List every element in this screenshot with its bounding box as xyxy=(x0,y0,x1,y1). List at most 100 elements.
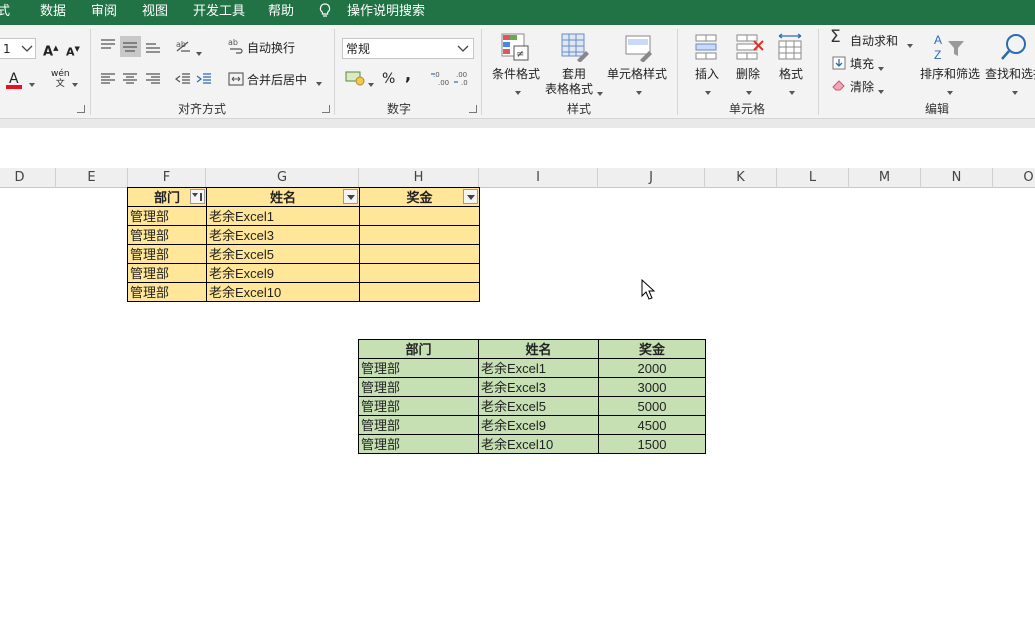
name-cell[interactable]: 老余Excel5 xyxy=(478,396,599,416)
column-header-g[interactable]: G xyxy=(206,168,359,188)
align-middle-icon[interactable] xyxy=(122,39,138,53)
name-cell[interactable]: 老余Excel3 xyxy=(478,377,599,397)
header-name-cell[interactable]: 姓名 xyxy=(478,339,599,359)
font-color-dropdown[interactable] xyxy=(29,77,35,91)
wrap-text-icon[interactable]: ab xyxy=(228,37,244,55)
decrease-indent-icon[interactable] xyxy=(175,73,191,85)
phonetic-guide-icon[interactable]: wén 文 xyxy=(51,69,70,89)
menu-view-tab[interactable]: 视图 xyxy=(142,3,168,21)
dept-cell[interactable]: 管理部 xyxy=(127,244,207,264)
format-as-table-dropdown[interactable] xyxy=(597,86,603,100)
clear-button[interactable]: 清除 xyxy=(850,80,874,94)
dept-cell[interactable]: 管理部 xyxy=(127,282,207,302)
menu-data-tab[interactable]: 数据 xyxy=(40,3,66,21)
column-header-f[interactable]: F xyxy=(128,168,206,188)
sort-filter-button[interactable]: 排序和筛选 xyxy=(920,67,980,81)
search-icon[interactable] xyxy=(1000,32,1030,62)
format-cells-icon[interactable] xyxy=(776,32,806,62)
menu-review-tab[interactable]: 审阅 xyxy=(91,3,117,21)
filter-active-icon[interactable] xyxy=(190,189,205,204)
column-header-i[interactable]: I xyxy=(479,168,598,188)
accounting-dropdown[interactable] xyxy=(368,77,374,91)
dept-cell[interactable]: 管理部 xyxy=(358,415,479,435)
align-right-icon[interactable] xyxy=(145,73,161,85)
find-select-dropdown[interactable] xyxy=(1012,85,1018,99)
increase-font-icon[interactable]: A▲ xyxy=(43,41,58,59)
column-header-k[interactable]: K xyxy=(705,168,777,188)
align-center-icon[interactable] xyxy=(122,73,138,85)
number-format-combo[interactable]: 常规 xyxy=(342,38,474,59)
bonus-cell[interactable] xyxy=(359,282,480,302)
header-dept-cell[interactable]: 部门 xyxy=(127,187,207,207)
name-cell[interactable]: 老余Excel5 xyxy=(206,244,360,264)
format-as-table-label-2[interactable]: 表格格式 xyxy=(545,82,593,96)
find-select-button[interactable]: 查找和选择 xyxy=(985,67,1035,81)
insert-dropdown[interactable] xyxy=(705,85,711,99)
align-left-icon[interactable] xyxy=(100,73,116,85)
eraser-icon[interactable] xyxy=(832,79,846,91)
font-dialog-launcher[interactable] xyxy=(77,105,85,113)
dept-cell[interactable]: 管理部 xyxy=(358,434,479,454)
header-dept-cell[interactable]: 部门 xyxy=(358,339,479,359)
column-header-d[interactable]: D xyxy=(0,168,56,188)
dept-cell[interactable]: 管理部 xyxy=(127,206,207,226)
header-name-cell[interactable]: 姓名 xyxy=(206,187,360,207)
delete-cells-icon[interactable] xyxy=(735,32,765,62)
name-cell[interactable]: 老余Excel9 xyxy=(478,415,599,435)
cell-styles-button[interactable]: 单元格样式 xyxy=(607,67,667,81)
filter-dropdown-icon[interactable] xyxy=(343,189,358,204)
insert-cells-icon[interactable] xyxy=(694,32,722,62)
bonus-cell[interactable] xyxy=(359,206,480,226)
name-cell[interactable]: 老余Excel3 xyxy=(206,225,360,245)
header-bonus-cell[interactable]: 奖金 xyxy=(598,339,706,359)
format-button[interactable]: 格式 xyxy=(779,67,803,81)
menu-developer-tab[interactable]: 开发工具 xyxy=(193,3,245,21)
bonus-cell[interactable]: 4500 xyxy=(598,415,706,435)
autosum-button[interactable]: 自动求和 xyxy=(850,34,898,48)
dept-cell[interactable]: 管理部 xyxy=(127,263,207,283)
bonus-cell[interactable] xyxy=(359,244,480,264)
align-bottom-icon[interactable] xyxy=(145,40,161,54)
menu-formulas-tab[interactable]: 式 xyxy=(0,3,10,21)
sigma-icon[interactable]: Σ xyxy=(830,29,841,46)
bonus-cell[interactable]: 1500 xyxy=(598,434,706,454)
column-header-o[interactable]: O xyxy=(993,168,1035,188)
column-header-j[interactable]: J xyxy=(598,168,705,188)
fill-button[interactable]: 填充 xyxy=(850,57,874,71)
orientation-dropdown[interactable] xyxy=(196,46,202,60)
column-header-n[interactable]: N xyxy=(921,168,993,188)
increase-decimal-icon[interactable]: .0.00 xyxy=(430,70,450,86)
dept-cell[interactable]: 管理部 xyxy=(127,225,207,245)
cell-styles-dropdown[interactable] xyxy=(636,85,642,99)
column-header-l[interactable]: L xyxy=(777,168,849,188)
merge-center-button[interactable]: 合并后居中 xyxy=(247,73,307,87)
wrap-text-button[interactable]: 自动换行 xyxy=(247,41,295,55)
alignment-dialog-launcher[interactable] xyxy=(322,105,330,113)
orientation-icon[interactable]: ab xyxy=(175,38,193,54)
format-as-table-icon[interactable] xyxy=(560,32,590,62)
bonus-cell[interactable]: 5000 xyxy=(598,396,706,416)
insert-button[interactable]: 插入 xyxy=(695,67,719,81)
clear-dropdown[interactable] xyxy=(878,84,884,98)
dept-cell[interactable]: 管理部 xyxy=(358,358,479,378)
format-dropdown[interactable] xyxy=(789,85,795,99)
name-cell[interactable]: 老余Excel1 xyxy=(478,358,599,378)
dept-cell[interactable]: 管理部 xyxy=(358,377,479,397)
column-header-h[interactable]: H xyxy=(359,168,479,188)
conditional-formatting-icon[interactable]: ≠ xyxy=(500,32,530,62)
name-cell[interactable]: 老余Excel10 xyxy=(478,434,599,454)
autosum-dropdown[interactable] xyxy=(907,38,913,52)
column-header-e[interactable]: E xyxy=(56,168,128,188)
font-color-icon[interactable]: A xyxy=(9,72,19,86)
filter-dropdown-icon[interactable] xyxy=(463,189,478,204)
delete-dropdown[interactable] xyxy=(746,85,752,99)
decrease-decimal-icon[interactable]: .00.0 xyxy=(453,70,473,86)
fill-dropdown[interactable] xyxy=(878,61,884,75)
merge-dropdown[interactable] xyxy=(316,76,322,90)
format-as-table-label-1[interactable]: 套用 xyxy=(562,67,586,81)
name-cell[interactable]: 老余Excel10 xyxy=(206,282,360,302)
percent-style-button[interactable]: % xyxy=(382,72,395,86)
increase-indent-icon[interactable] xyxy=(196,73,212,85)
bonus-cell[interactable]: 2000 xyxy=(598,358,706,378)
bonus-cell[interactable]: 3000 xyxy=(598,377,706,397)
